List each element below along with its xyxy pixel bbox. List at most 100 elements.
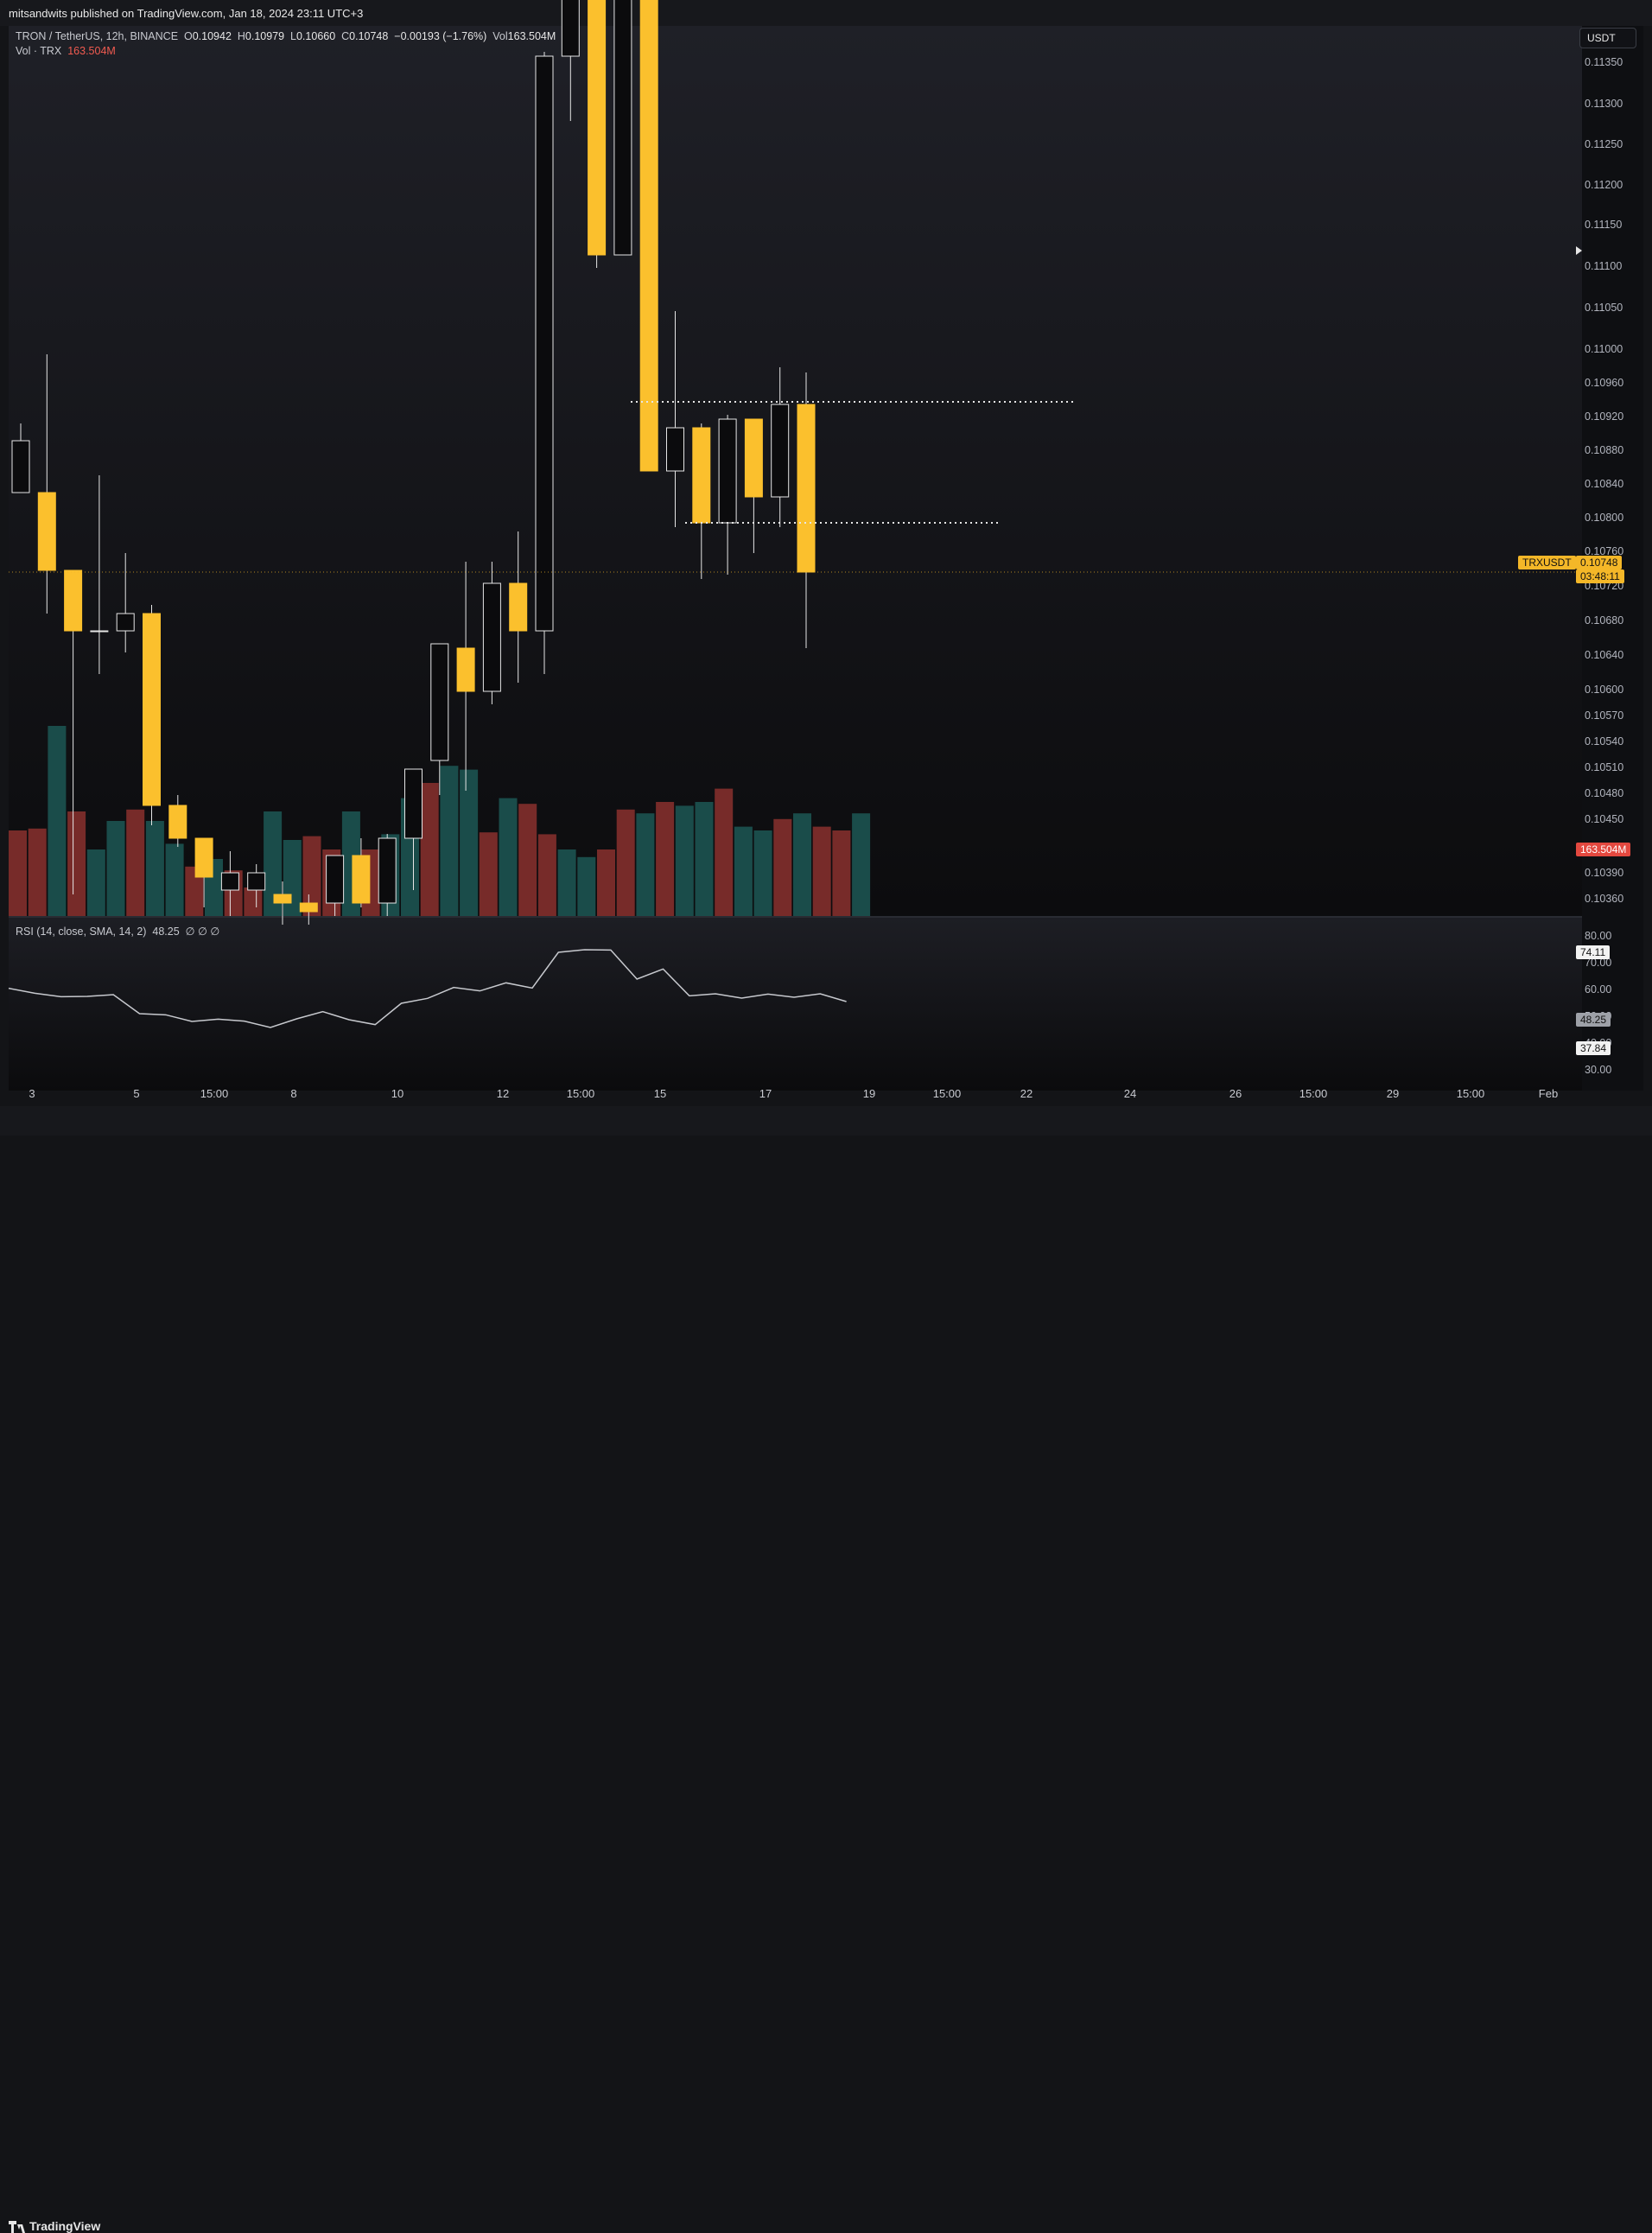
price-axis-label: 0.10800 — [1585, 512, 1624, 524]
time-axis-label: 15:00 — [1299, 1087, 1328, 1100]
volume-bar — [832, 830, 851, 916]
volume-bar — [460, 769, 479, 916]
candle-body — [404, 768, 423, 839]
bar-countdown-tag: 03:48:11 — [1576, 569, 1624, 583]
candle-body — [64, 569, 83, 632]
volume-legend-value: 163.504M — [67, 45, 116, 57]
time-axis-label: 15 — [653, 1087, 667, 1100]
volume-tag: 163.504M — [1576, 843, 1631, 856]
candle-body — [718, 418, 737, 524]
time-axis-label: 3 — [29, 1087, 35, 1100]
price-axis-label: 0.11150 — [1585, 219, 1623, 231]
candle-body — [639, 0, 658, 472]
volume-bar — [812, 826, 831, 916]
volume-bar — [106, 821, 125, 916]
candle-body — [378, 837, 397, 904]
candle-body — [797, 404, 816, 573]
volume-bar — [715, 788, 734, 916]
volume-bar — [48, 726, 67, 916]
candle-body — [430, 643, 449, 761]
candle-body — [273, 894, 292, 904]
volume-bar — [577, 856, 596, 916]
price-axis-label: 0.11200 — [1585, 179, 1623, 191]
price-axis-label: 0.10600 — [1585, 684, 1624, 696]
rsi-upper-tag: 74.11 — [1576, 945, 1611, 959]
time-axis-label: Feb — [1538, 1087, 1559, 1100]
vol-label: Vol — [492, 30, 508, 42]
volume-bar — [499, 798, 518, 916]
candle-body — [168, 805, 187, 839]
volume-bar — [9, 830, 27, 916]
volume-bar — [656, 802, 675, 916]
rsi-lower-tag: 37.84 — [1576, 1041, 1611, 1055]
price-axis-label: 0.10960 — [1585, 377, 1624, 389]
low-value: 0.10660 — [295, 30, 336, 42]
volume-legend[interactable]: Vol · TRX 163.504M — [16, 45, 116, 57]
candle-body — [352, 855, 371, 904]
open-value: 0.10942 — [192, 30, 232, 42]
volume-bar — [557, 849, 576, 916]
time-axis-label: 29 — [1386, 1087, 1400, 1100]
volume-bar — [773, 818, 792, 916]
volume-bar — [852, 813, 871, 916]
candle-body — [456, 647, 475, 692]
volume-bar — [597, 849, 615, 916]
volume-bar — [67, 811, 86, 916]
candle-body — [588, 0, 607, 256]
close-label: C — [341, 30, 350, 42]
price-axis-label: 0.11000 — [1585, 343, 1623, 355]
time-axis-label: 15:00 — [200, 1087, 229, 1100]
volume-bar — [86, 849, 105, 916]
volume-bar — [145, 821, 164, 916]
candle-body — [692, 427, 711, 524]
rsi-legend-value: 48.25 — [152, 926, 180, 938]
change-value: −0.00193 (−1.76%) — [394, 30, 487, 42]
rsi-axis-label: 80.00 — [1585, 930, 1612, 942]
open-label: O — [183, 30, 193, 42]
currency-selector[interactable]: USDT — [1579, 28, 1636, 48]
price-axis-label: 0.10510 — [1585, 761, 1624, 773]
close-value: 0.10748 — [349, 30, 389, 42]
price-axis-label: 0.10540 — [1585, 735, 1624, 748]
volume-bar — [695, 802, 714, 916]
tradingview-logo-icon — [9, 2221, 25, 2233]
candle-body — [220, 872, 239, 891]
volume-bar — [636, 813, 655, 916]
time-axis-label: 15:00 — [932, 1087, 962, 1100]
volume-bar — [518, 804, 537, 916]
price-axis-label: 0.11050 — [1585, 302, 1623, 314]
volume-bar — [734, 826, 753, 916]
price-axis-label: 0.10680 — [1585, 614, 1624, 627]
rsi-current-tag: 48.25 — [1576, 1013, 1611, 1027]
last-price-tag: 0.10748 — [1576, 556, 1623, 569]
time-axis-label: 15:00 — [566, 1087, 595, 1100]
candle-body — [116, 613, 135, 632]
scroll-to-realtime-icon[interactable] — [1576, 246, 1582, 255]
price-axis-label: 0.10640 — [1585, 649, 1624, 661]
time-axis-label: 24 — [1123, 1087, 1137, 1100]
rsi-legend[interactable]: RSI (14, close, SMA, 14, 2) 48.25 ∅ ∅ ∅ — [16, 925, 219, 938]
volume-bar — [537, 834, 556, 916]
candle-body — [509, 582, 528, 632]
volume-bar — [165, 843, 184, 916]
rsi-axis-label: 60.00 — [1585, 983, 1612, 996]
candle-body — [143, 613, 161, 806]
price-axis-label: 0.10840 — [1585, 478, 1624, 490]
candle-body — [613, 0, 632, 256]
symbol-legend[interactable]: TRON / TetherUS, 12h, BINANCE O0.10942 H… — [16, 30, 556, 42]
symbol-title: TRON / TetherUS, 12h, BINANCE — [16, 30, 179, 42]
time-axis-label: 8 — [290, 1087, 297, 1100]
rsi-legend-label: RSI (14, close, SMA, 14, 2) — [16, 926, 147, 938]
volume-bar — [793, 813, 811, 916]
candlestick-chart — [8, 0, 1582, 1028]
volume-bar — [283, 840, 302, 916]
vol-value: 163.504M — [507, 30, 556, 42]
time-axis-label: 26 — [1229, 1087, 1242, 1100]
candle-body — [561, 0, 580, 57]
rsi-axis-label: 30.00 — [1585, 1064, 1612, 1076]
price-axis-label: 0.11300 — [1585, 98, 1623, 110]
volume-bar — [126, 809, 145, 916]
price-axis-label: 0.11100 — [1585, 260, 1623, 272]
price-axis-label: 0.10390 — [1585, 867, 1624, 879]
candle-body — [771, 404, 790, 498]
